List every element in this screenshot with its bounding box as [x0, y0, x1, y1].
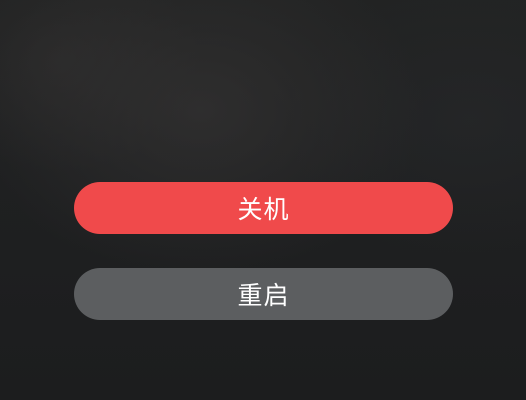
restart-button-label: 重启: [237, 281, 290, 310]
restart-button[interactable]: 重启: [74, 268, 453, 320]
power-menu: 关机 重启: [74, 182, 453, 320]
power-dialog-overlay: 关机 重启: [0, 0, 526, 400]
shutdown-button[interactable]: 关机: [74, 182, 453, 234]
shutdown-button-label: 关机: [237, 195, 290, 224]
